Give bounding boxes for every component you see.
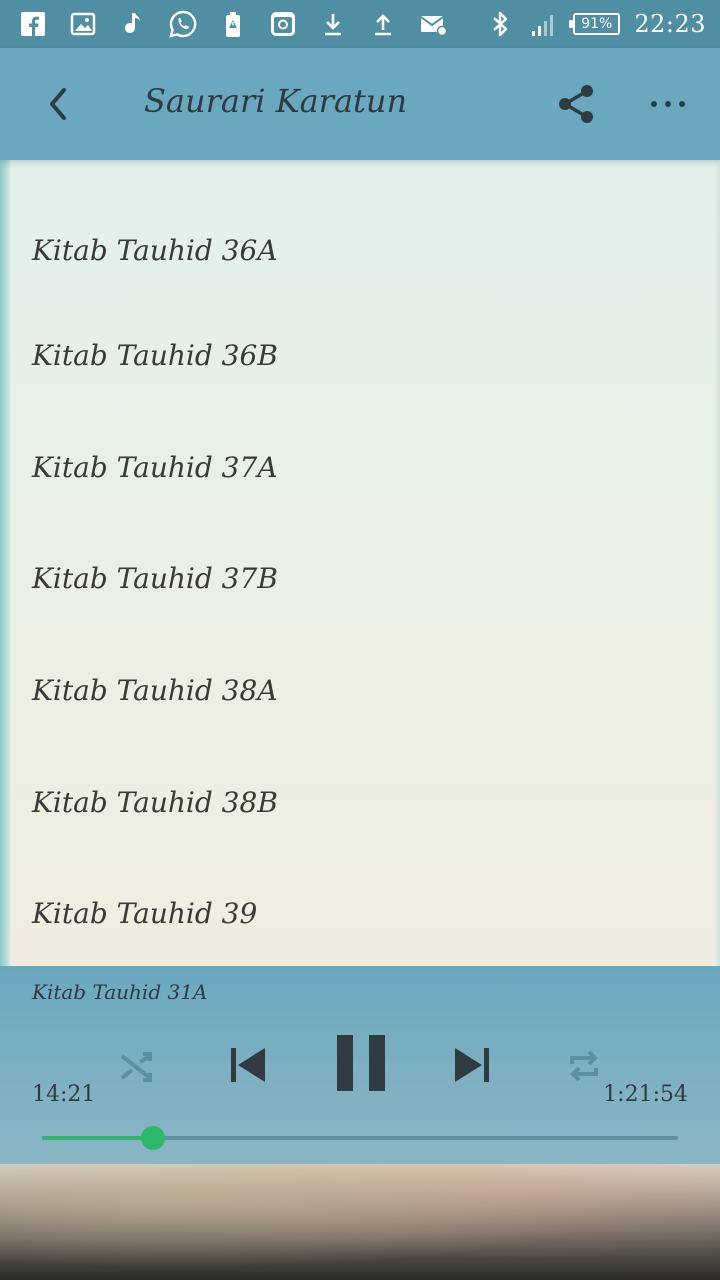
back-button[interactable] bbox=[34, 78, 82, 130]
track-item[interactable]: Kitab Tauhid 38B bbox=[0, 746, 720, 858]
battery-alert-icon bbox=[218, 9, 248, 39]
total-time: 1:21:54 bbox=[603, 1082, 688, 1107]
repeat-icon bbox=[570, 1050, 598, 1082]
current-time: 14:21 bbox=[32, 1082, 96, 1107]
seek-bar-thumb[interactable] bbox=[141, 1126, 166, 1150]
background-image bbox=[0, 1164, 720, 1280]
download-icon bbox=[318, 9, 348, 39]
notification-icons bbox=[18, 9, 448, 39]
skip-previous-icon bbox=[231, 1048, 265, 1082]
gallery-icon bbox=[68, 9, 98, 39]
upload-icon bbox=[368, 9, 398, 39]
share-button[interactable] bbox=[552, 80, 600, 128]
skip-next-icon bbox=[455, 1048, 489, 1082]
seek-bar[interactable] bbox=[42, 1126, 678, 1150]
facebook-icon bbox=[18, 9, 48, 39]
chevron-left-icon bbox=[50, 88, 66, 120]
repeat-button[interactable] bbox=[560, 1042, 608, 1090]
email-settings-icon bbox=[418, 9, 448, 39]
next-button[interactable] bbox=[446, 1036, 498, 1094]
track-item[interactable]: Kitab Tauhid 36B bbox=[0, 300, 720, 412]
battery-indicator: 91% bbox=[569, 13, 621, 35]
signal-icon bbox=[529, 9, 559, 39]
clock: 22:23 bbox=[634, 10, 706, 38]
pause-icon bbox=[337, 1035, 385, 1091]
pause-button[interactable] bbox=[330, 1030, 392, 1096]
share-icon bbox=[559, 85, 593, 123]
page-title: Saurari Karatun bbox=[144, 82, 408, 120]
now-playing-title: Kitab Tauhid 31A bbox=[32, 980, 208, 1004]
track-item[interactable]: Kitab Tauhid 37A bbox=[0, 412, 720, 524]
whatsapp-icon bbox=[168, 9, 198, 39]
status-bar: 91% 22:23 bbox=[0, 0, 720, 48]
music-note-icon bbox=[118, 9, 148, 39]
more-options-button[interactable] bbox=[644, 80, 692, 128]
track-item[interactable]: Kitab Tauhid 37B bbox=[0, 523, 720, 635]
track-list-container: Kitab Tauhid 36A Kitab Tauhid 36B Kitab … bbox=[0, 160, 720, 968]
track-list: Kitab Tauhid 36A Kitab Tauhid 36B Kitab … bbox=[0, 160, 720, 968]
bluetooth-icon bbox=[485, 9, 515, 39]
app-bar: Saurari Karatun bbox=[0, 48, 720, 160]
instagram-icon bbox=[268, 9, 298, 39]
shuffle-icon bbox=[120, 1052, 152, 1082]
track-item[interactable]: Kitab Tauhid 36A bbox=[0, 200, 720, 300]
shuffle-button[interactable] bbox=[112, 1042, 160, 1090]
seek-bar-progress bbox=[42, 1136, 154, 1140]
media-player: Kitab Tauhid 31A 14:21 1:21:54 bbox=[0, 966, 720, 1164]
track-item[interactable]: Kitab Tauhid 39 bbox=[0, 858, 720, 968]
previous-button[interactable] bbox=[222, 1036, 274, 1094]
system-status: 91% 22:23 bbox=[485, 9, 706, 39]
more-horizontal-icon bbox=[651, 101, 685, 107]
track-item[interactable]: Kitab Tauhid 38A bbox=[0, 635, 720, 747]
